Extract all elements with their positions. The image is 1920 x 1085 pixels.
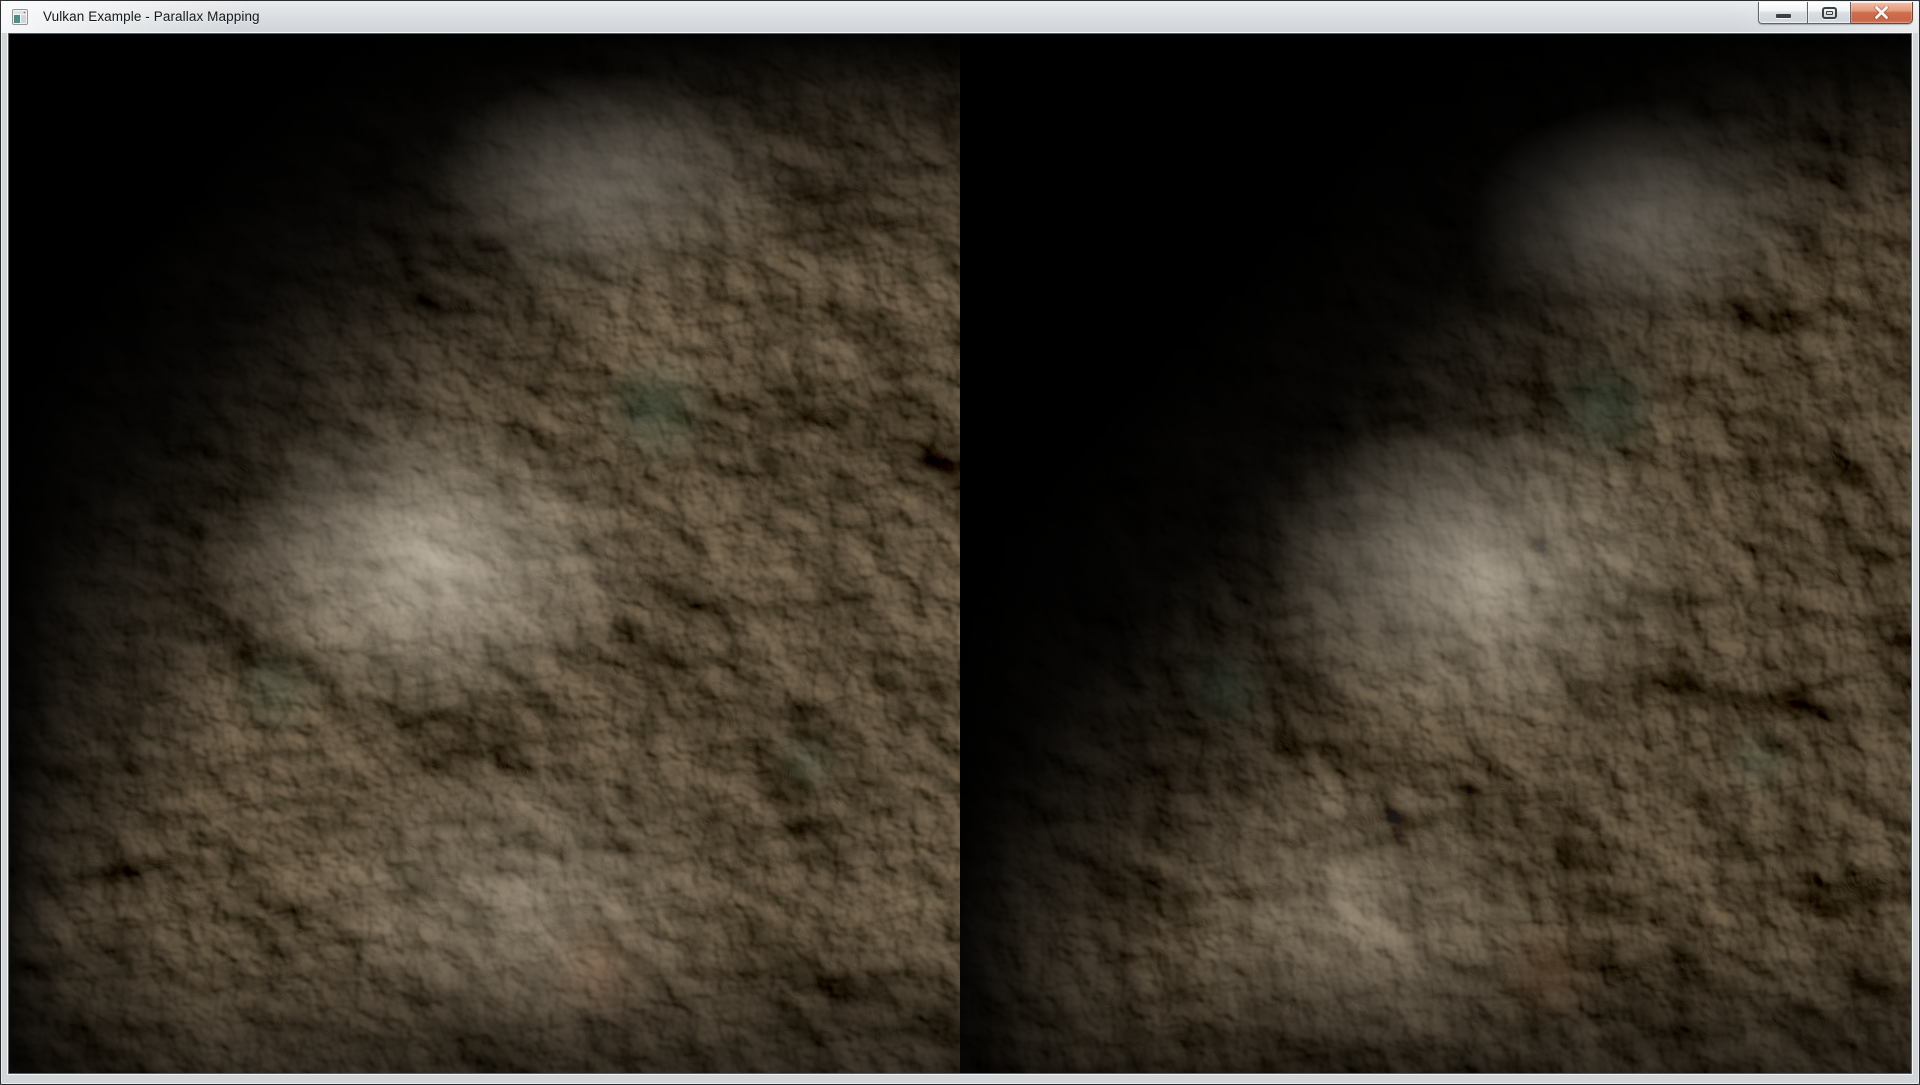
- maximize-icon: [1822, 7, 1837, 19]
- window-controls: [1758, 2, 1913, 24]
- maximize-button[interactable]: [1807, 2, 1851, 24]
- title-bar[interactable]: Vulkan Example - Parallax Mapping: [1, 1, 1919, 33]
- viewport-pane-right[interactable]: [960, 34, 1911, 1073]
- rock-texture-left: [9, 34, 960, 1073]
- app-icon: [12, 9, 28, 25]
- app-window: Vulkan Example - Parallax Mapping: [0, 0, 1920, 1085]
- close-button[interactable]: [1851, 2, 1913, 24]
- rock-texture-right: [960, 34, 1911, 1073]
- close-icon: [1874, 6, 1889, 19]
- window-title: Vulkan Example - Parallax Mapping: [43, 1, 260, 33]
- viewport-pane-left[interactable]: [9, 34, 960, 1073]
- minimize-button[interactable]: [1758, 2, 1807, 24]
- render-area: [8, 33, 1912, 1074]
- minimize-icon: [1776, 14, 1791, 18]
- application-window-icon: [12, 9, 28, 25]
